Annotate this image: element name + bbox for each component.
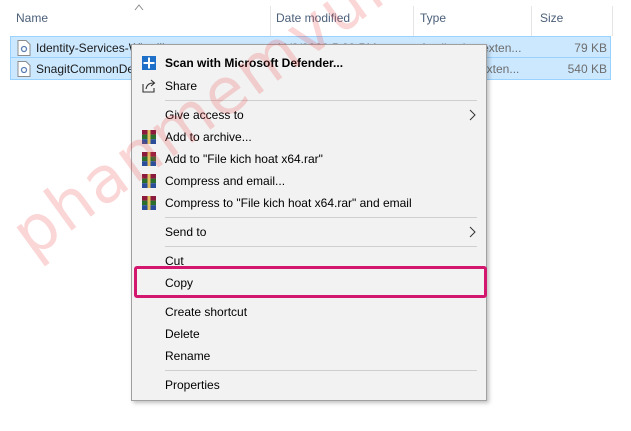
menu-separator [165, 100, 477, 101]
menu-item-properties[interactable]: Properties [132, 374, 486, 396]
menu-item-give-access[interactable]: Give access to [132, 104, 486, 126]
menu-item-label: Give access to [165, 108, 244, 122]
dll-file-icon [17, 40, 31, 56]
menu-item-label: Share [165, 79, 198, 93]
menu-separator [165, 246, 477, 247]
column-header-bar: Name Date modified Type Size [0, 0, 631, 36]
menu-item-label: Compress to "File kich hoat x64.rar" and… [165, 196, 412, 210]
menu-item-label: Send to [165, 225, 207, 239]
menu-item-add-archive[interactable]: Add to archive... [132, 126, 486, 148]
menu-item-compress-email[interactable]: Compress and email... [132, 170, 486, 192]
menu-item-share[interactable]: Share [132, 75, 486, 97]
column-divider[interactable] [531, 6, 532, 36]
menu-item-delete[interactable]: Delete [132, 323, 486, 345]
column-divider[interactable] [270, 6, 271, 36]
column-header-date-modified[interactable]: Date modified [276, 0, 350, 36]
submenu-arrow-icon [469, 226, 476, 238]
column-header-type[interactable]: Type [420, 0, 446, 36]
column-divider[interactable] [612, 6, 613, 36]
menu-item-rename[interactable]: Rename [132, 345, 486, 367]
column-header-name[interactable]: Name [16, 0, 48, 36]
defender-shield-icon [142, 56, 156, 70]
menu-item-label: Add to archive... [165, 130, 252, 144]
menu-item-label: Rename [165, 349, 211, 363]
file-size: 79 KB [574, 41, 607, 55]
menu-item-scan-defender[interactable]: Scan with Microsoft Defender... [132, 52, 486, 74]
context-menu: Scan with Microsoft Defender... Share Gi… [131, 44, 487, 401]
menu-item-create-shortcut[interactable]: Create shortcut [132, 301, 486, 323]
copy-highlight-box [134, 266, 487, 298]
menu-separator [165, 217, 477, 218]
file-size: 540 KB [567, 62, 607, 76]
menu-item-label: Create shortcut [165, 305, 248, 319]
menu-item-label: Add to "File kich hoat x64.rar" [165, 152, 323, 166]
menu-item-send-to[interactable]: Send to [132, 221, 486, 243]
menu-item-compress-rar-email[interactable]: Compress to "File kich hoat x64.rar" and… [132, 192, 486, 214]
menu-item-label: Compress and email... [165, 174, 286, 188]
sort-ascending-icon [134, 4, 144, 11]
column-divider[interactable] [413, 6, 414, 36]
menu-item-label: Delete [165, 327, 200, 341]
menu-item-label: Scan with Microsoft Defender... [165, 56, 344, 70]
menu-item-add-rar[interactable]: Add to "File kich hoat x64.rar" [132, 148, 486, 170]
winrar-icon [142, 152, 156, 166]
file-type: exten... [480, 62, 520, 76]
submenu-arrow-icon [469, 109, 476, 121]
share-icon [142, 79, 156, 93]
column-header-size[interactable]: Size [540, 0, 563, 36]
dll-file-icon [17, 61, 31, 77]
menu-item-label: Properties [165, 378, 220, 392]
winrar-icon [142, 130, 156, 144]
winrar-icon [142, 196, 156, 210]
winrar-icon [142, 174, 156, 188]
menu-separator [165, 370, 477, 371]
